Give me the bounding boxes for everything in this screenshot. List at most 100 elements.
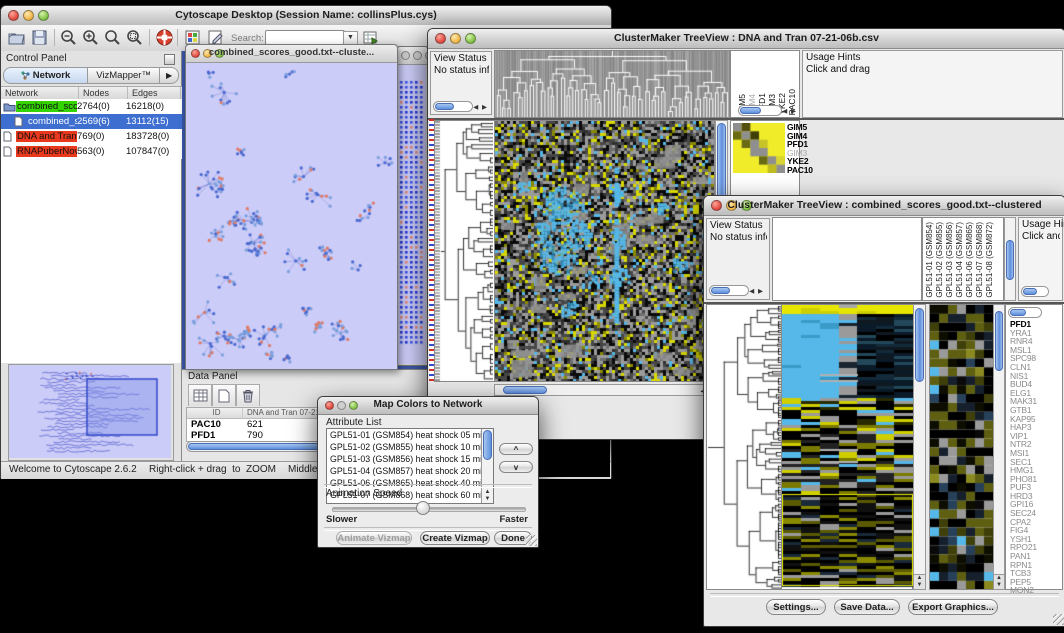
attribute-list-item[interactable]: GPL51-01 (GSM854) heat shock 05 min — [327, 429, 493, 441]
background-network-frame[interactable] — [396, 46, 429, 366]
treeview-window-combined: ClusterMaker TreeView : combined_scores_… — [703, 195, 1064, 627]
tv1-hscrollbar[interactable]: ◀ ▶ — [494, 384, 715, 396]
zoom-in-icon[interactable] — [81, 28, 100, 47]
move-up-button[interactable]: ^ — [499, 443, 533, 455]
float-panel-icon[interactable] — [164, 54, 175, 65]
network-list-item[interactable]: DNA and Tran 07769(0)183728(0) — [1, 129, 182, 144]
attribute-id: PAC10 — [187, 419, 243, 430]
scrollbar-thumb[interactable] — [995, 311, 1003, 371]
main-window-title: Cytoscape Desktop (Session Name: collins… — [1, 9, 611, 21]
tab-network[interactable]: Network — [3, 67, 88, 84]
column-label: GPL51-07 (GSM868) — [975, 222, 984, 298]
heatmap-canvas[interactable] — [782, 305, 913, 589]
scrollbar-thumb[interactable] — [503, 386, 547, 394]
zoom-selected-icon[interactable] — [125, 28, 144, 47]
new-attribute-icon[interactable] — [212, 384, 236, 406]
resize-grip[interactable] — [1053, 614, 1064, 625]
usage-hints-text: Click and — [1022, 231, 1060, 242]
search-input[interactable] — [265, 30, 345, 45]
map-colors-dialog: Map Colors to Network Attribute List GPL… — [317, 396, 539, 548]
network-frame-titlebar[interactable]: combined_scores_good.txt--cluste... — [186, 45, 397, 63]
attribute-list-item[interactable]: GPL51-03 (GSM856) heat shock 15 min — [327, 453, 493, 465]
zoom-out-icon[interactable] — [59, 28, 78, 47]
tv2-row-dendrogram-panel — [706, 304, 781, 590]
mini-hscrollbar[interactable]: ◀ ▶ — [433, 101, 473, 112]
tv1-titlebar[interactable]: ClusterMaker TreeView : DNA and Tran 07-… — [428, 29, 1064, 49]
move-down-button[interactable]: v — [499, 461, 533, 473]
network-edges-count: 183728(0) — [126, 131, 182, 142]
tv2-titlebar[interactable]: ClusterMaker TreeView : combined_scores_… — [704, 196, 1064, 216]
network-overview-canvas[interactable] — [9, 365, 171, 458]
tv2-heatmap-panel — [781, 304, 913, 590]
treeview-button[interactable]: Save Data... — [834, 599, 900, 615]
data-panel-title: Data Panel — [188, 371, 237, 382]
scrollbar-thumb[interactable] — [915, 308, 924, 382]
zoom-fit-icon[interactable] — [103, 28, 122, 47]
help-lifering-icon[interactable] — [155, 28, 174, 47]
column-dendrogram-canvas[interactable] — [495, 51, 729, 117]
network-list-item[interactable]: RNAPuberNov2+563(0)107847(0) — [1, 144, 182, 159]
create-vizmap-button[interactable]: Create Vizmap — [420, 531, 490, 545]
control-panel: Control Panel Network VizMapper™ ▶ Netwo… — [1, 51, 182, 466]
attribute-list-scrollbar[interactable]: ▲▼ — [481, 429, 493, 503]
view-status-text: No status info f — [710, 232, 767, 243]
slider-thumb[interactable] — [416, 501, 430, 515]
column-label: GPL51-03 (GSM856) — [945, 222, 954, 298]
mini-hscrollbar[interactable] — [1021, 286, 1049, 297]
mini-hscrollbar[interactable]: ◀ ▶ — [709, 285, 749, 296]
document-icon — [3, 131, 16, 142]
save-session-icon[interactable] — [30, 28, 49, 47]
faster-label: Faster — [499, 514, 528, 525]
tv2-view-status-panel: View Status No status info f ◀ ▶ — [706, 218, 770, 300]
background-frame-titlebar[interactable] — [397, 47, 428, 65]
heatmap-canvas[interactable] — [495, 121, 714, 381]
tv2-labels-vscrollbar[interactable] — [1004, 217, 1016, 301]
attribute-select-icon[interactable] — [188, 384, 212, 406]
scrollbar-thumb[interactable] — [1023, 288, 1037, 295]
network-name: combined_sco — [27, 116, 77, 127]
tv2-column-dendrogram-panel[interactable] — [772, 217, 922, 301]
control-panel-tabs: Network VizMapper™ ▶ — [3, 67, 179, 84]
tab-overflow-arrow[interactable]: ▶ — [160, 67, 179, 84]
tv2-gene-panel: PFD1YRA1RNR4MSL1SPC98CLN1NIS1BUD4ELG1MAK… — [1005, 304, 1063, 590]
attribute-list-item[interactable]: GPL51-04 (GSM857) heat shock 20 min — [327, 465, 493, 477]
tv1-column-dendrogram-panel — [494, 50, 730, 118]
network-list-item[interactable]: combined_sco2569(6)13112(15) — [1, 114, 182, 129]
scrollbar-thumb[interactable] — [1010, 309, 1026, 316]
network-nodes-count: 563(0) — [77, 146, 126, 157]
dialog-titlebar[interactable]: Map Colors to Network — [318, 397, 538, 415]
open-session-icon[interactable] — [7, 28, 26, 47]
scrollbar-thumb[interactable] — [740, 107, 761, 114]
zoom-heatmap-canvas[interactable] — [930, 305, 993, 589]
network-nodes-count: 769(0) — [77, 131, 126, 142]
network-nodes-count: 2764(0) — [77, 101, 126, 112]
animate-vizmap-button[interactable]: Animate Vizmap — [336, 531, 412, 545]
row-dendrogram-canvas[interactable] — [707, 305, 781, 589]
tv2-gene-list: PFD1YRA1RNR4MSL1SPC98CLN1NIS1BUD4ELG1MAK… — [1010, 320, 1037, 595]
tab-vizmapper[interactable]: VizMapper™ — [88, 67, 160, 84]
scrollbar-thumb[interactable] — [1006, 240, 1014, 280]
gene-label[interactable]: PAC10 — [787, 166, 813, 175]
mini-hscrollbar[interactable]: ◀ ▶ — [738, 105, 782, 116]
column-label: GPL51-04 (GSM857) — [955, 222, 964, 298]
network-canvas[interactable] — [186, 63, 395, 368]
scrollbar-thumb[interactable] — [435, 103, 454, 110]
background-network-canvas[interactable] — [397, 65, 426, 364]
dialog-title: Map Colors to Network — [318, 399, 538, 410]
status-message: Welcome to Cytoscape 2.6.2 — [9, 464, 137, 475]
mini-hscrollbar[interactable] — [1008, 307, 1042, 318]
delete-attribute-icon[interactable] — [236, 384, 260, 406]
main-titlebar[interactable]: Cytoscape Desktop (Session Name: collins… — [1, 6, 611, 26]
tv2-zoom-vscrollbar[interactable]: ▲▼ — [993, 304, 1005, 590]
row-dendrogram-canvas[interactable] — [435, 121, 493, 381]
resize-grip[interactable] — [526, 535, 537, 546]
scrollbar-thumb[interactable] — [711, 287, 730, 294]
attribute-list-item[interactable]: GPL51-02 (GSM855) heat shock 10 min — [327, 441, 493, 453]
treeview-button[interactable]: Settings... — [766, 599, 826, 615]
mini-heatmap-canvas[interactable] — [733, 123, 785, 173]
scrollbar-thumb[interactable] — [483, 430, 492, 460]
tv2-usage-hints-panel: Usage Hints Click and — [1018, 217, 1063, 301]
treeview-button[interactable]: Export Graphics... — [908, 599, 998, 615]
network-list-item[interactable]: combined_scores_2764(0)16218(0) — [1, 99, 182, 114]
tv2-vscrollbar[interactable]: ▲▼ — [913, 304, 926, 590]
